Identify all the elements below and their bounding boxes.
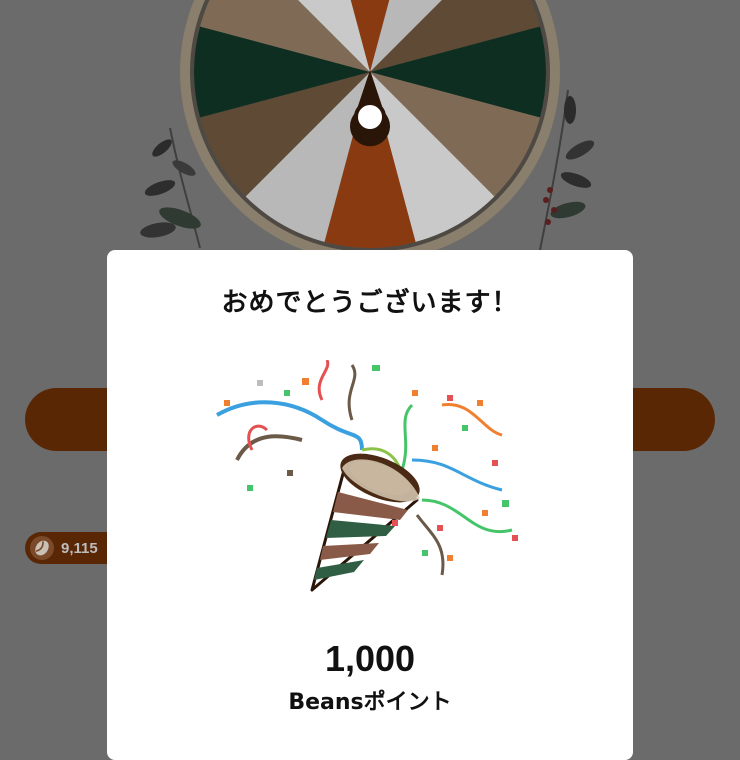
reward-unit: Beansポイント bbox=[288, 690, 452, 715]
points-balance-value: 9,115 bbox=[61, 539, 98, 557]
party-popper-icon bbox=[216, 360, 518, 592]
coffee-branch-icon bbox=[539, 90, 595, 250]
modal-title: おめでとうございます！ bbox=[221, 288, 519, 318]
reward-amount: 1,000 bbox=[324, 638, 416, 679]
coffee-bean-icon bbox=[30, 536, 54, 560]
coffee-branch-icon bbox=[140, 127, 201, 248]
roulette-wheel bbox=[180, 0, 560, 262]
congratulations-modal: おめでとうございます！ 1,000 Beansポイント bbox=[107, 250, 633, 760]
